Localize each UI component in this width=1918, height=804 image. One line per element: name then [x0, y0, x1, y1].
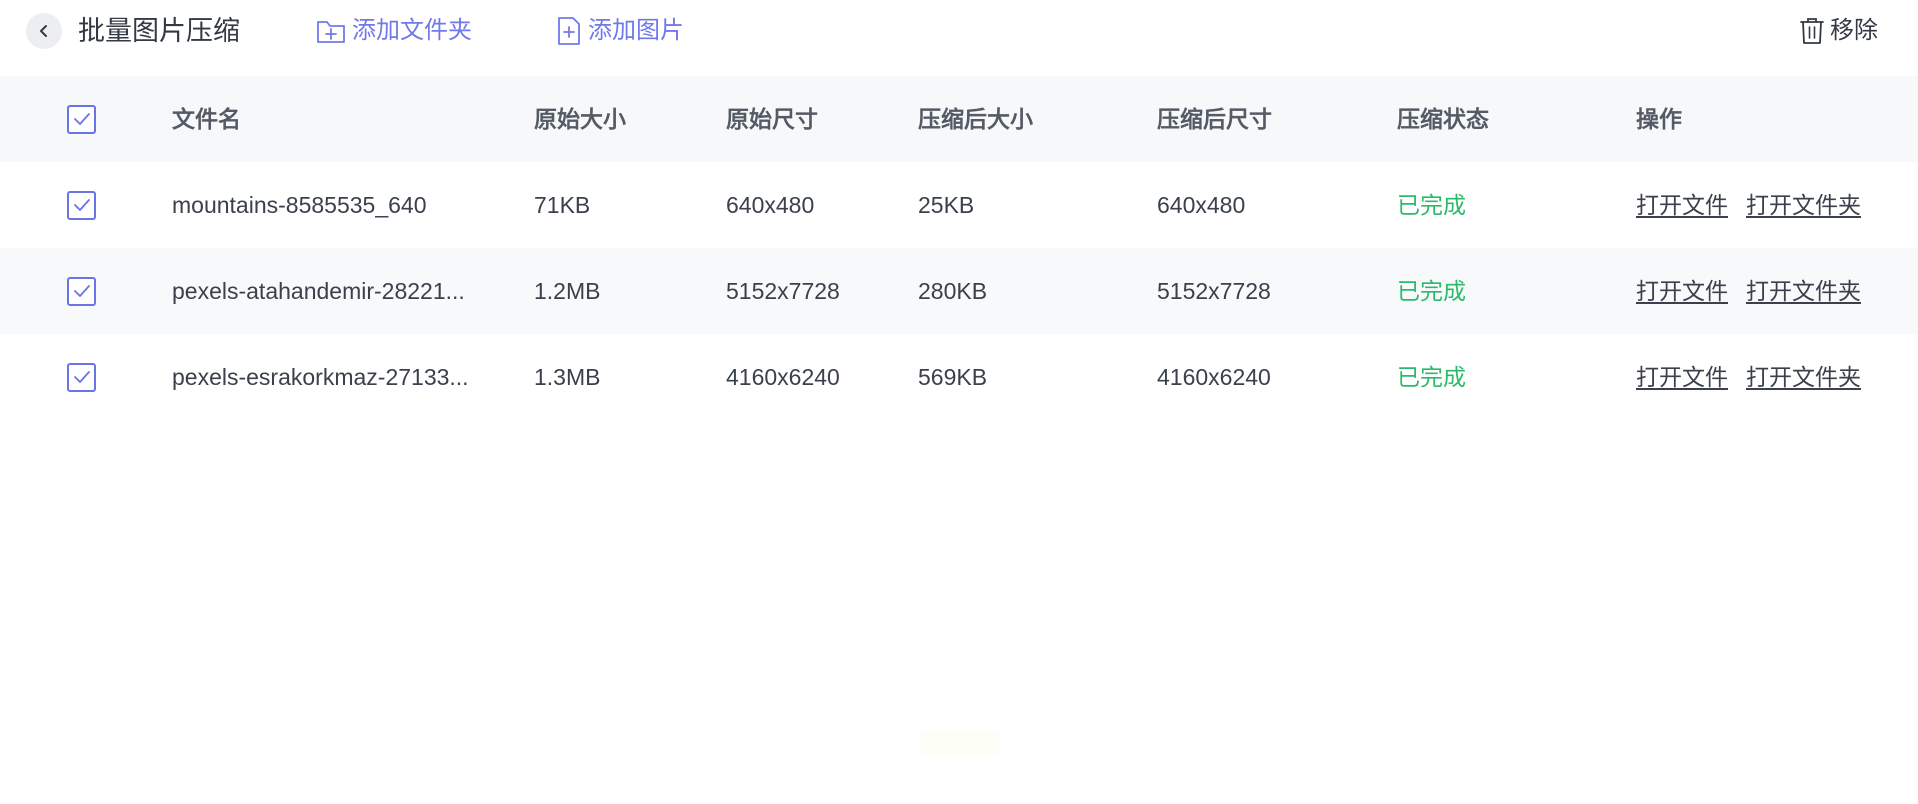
original-dimensions: 640x480: [726, 192, 815, 218]
open-folder-link[interactable]: 打开文件夹: [1746, 162, 1861, 248]
original-size: 1.2MB: [534, 278, 601, 304]
original-dimensions: 5152x7728: [726, 278, 840, 304]
row-check-cell: [67, 248, 97, 334]
toolbar: 批量图片压缩 添加文件夹 添加图片 移除: [0, 0, 1918, 62]
row-checkbox[interactable]: [67, 362, 96, 392]
column-header-compressed-dimensions: 压缩后尺寸: [1157, 106, 1272, 132]
open-file-link[interactable]: 打开文件: [1636, 248, 1728, 334]
table-row[interactable]: pexels-esrakorkmaz-27133... 1.3MB 4160x6…: [0, 334, 1918, 420]
add-image-button[interactable]: 添加图片: [556, 14, 684, 48]
file-table: 文件名 原始大小 原始尺寸 压缩后大小 压缩后尺寸 压缩状态 操作 mounta…: [0, 76, 1918, 420]
check-icon: [73, 199, 90, 211]
status-badge: 已完成: [1397, 192, 1466, 218]
row-check-cell: [67, 334, 97, 420]
column-header-name: 文件名: [172, 106, 241, 132]
row-check-cell: [67, 162, 97, 248]
open-file-link[interactable]: 打开文件: [1636, 162, 1728, 248]
original-size: 71KB: [534, 192, 591, 218]
column-header-actions: 操作: [1636, 106, 1682, 132]
open-file-link[interactable]: 打开文件: [1636, 334, 1728, 420]
row-actions: 打开文件 打开文件夹: [1636, 334, 1918, 420]
column-header-original-dimensions: 原始尺寸: [726, 106, 818, 132]
table-header-row: 文件名 原始大小 原始尺寸 压缩后大小 压缩后尺寸 压缩状态 操作: [0, 76, 1918, 162]
remove-button[interactable]: 移除: [1800, 14, 1878, 48]
file-name: mountains-8585535_640: [172, 192, 427, 218]
compressed-size: 25KB: [918, 192, 975, 218]
add-image-label: 添加图片: [588, 17, 684, 44]
add-folder-button[interactable]: 添加文件夹: [316, 14, 472, 48]
status-badge: 已完成: [1397, 278, 1466, 304]
column-header-compressed-size: 压缩后大小: [918, 106, 1033, 132]
compressed-dimensions: 640x480: [1157, 192, 1246, 218]
folder-plus-icon: [317, 21, 345, 43]
file-name: pexels-esrakorkmaz-27133...: [172, 364, 469, 390]
chevron-left-icon: [40, 25, 47, 37]
check-icon: [73, 371, 90, 383]
row-checkbox[interactable]: [67, 190, 96, 220]
column-header-status: 压缩状态: [1397, 106, 1489, 132]
add-folder-label: 添加文件夹: [352, 17, 472, 44]
compressed-size: 569KB: [918, 364, 988, 390]
select-all-checkbox[interactable]: [67, 104, 96, 134]
column-header-original-size: 原始大小: [534, 106, 626, 132]
table-row[interactable]: pexels-atahandemir-28221... 1.2MB 5152x7…: [0, 248, 1918, 334]
open-folder-link[interactable]: 打开文件夹: [1746, 334, 1861, 420]
status-badge: 已完成: [1397, 364, 1466, 390]
row-actions: 打开文件 打开文件夹: [1636, 248, 1918, 334]
check-icon: [73, 285, 90, 297]
batch-image-compress-window: 批量图片压缩 添加文件夹 添加图片 移除 文件名 原始大小 原始尺寸 压缩后大小…: [0, 0, 1918, 804]
back-button[interactable]: [26, 13, 62, 49]
file-plus-icon: [558, 17, 580, 45]
background-mark: [920, 730, 1000, 756]
select-all-cell: [67, 76, 97, 162]
check-icon: [73, 113, 90, 125]
file-name: pexels-atahandemir-28221...: [172, 278, 465, 304]
compressed-dimensions: 5152x7728: [1157, 278, 1271, 304]
remove-label: 移除: [1830, 17, 1878, 44]
original-dimensions: 4160x6240: [726, 364, 840, 390]
open-folder-link[interactable]: 打开文件夹: [1746, 248, 1861, 334]
row-actions: 打开文件 打开文件夹: [1636, 162, 1918, 248]
trash-icon: [1800, 18, 1824, 44]
table-row[interactable]: mountains-8585535_640 71KB 640x480 25KB …: [0, 162, 1918, 248]
compressed-size: 280KB: [918, 278, 988, 304]
compressed-dimensions: 4160x6240: [1157, 364, 1271, 390]
original-size: 1.3MB: [534, 364, 601, 390]
row-checkbox[interactable]: [67, 276, 96, 306]
page-title: 批量图片压缩: [78, 16, 240, 46]
